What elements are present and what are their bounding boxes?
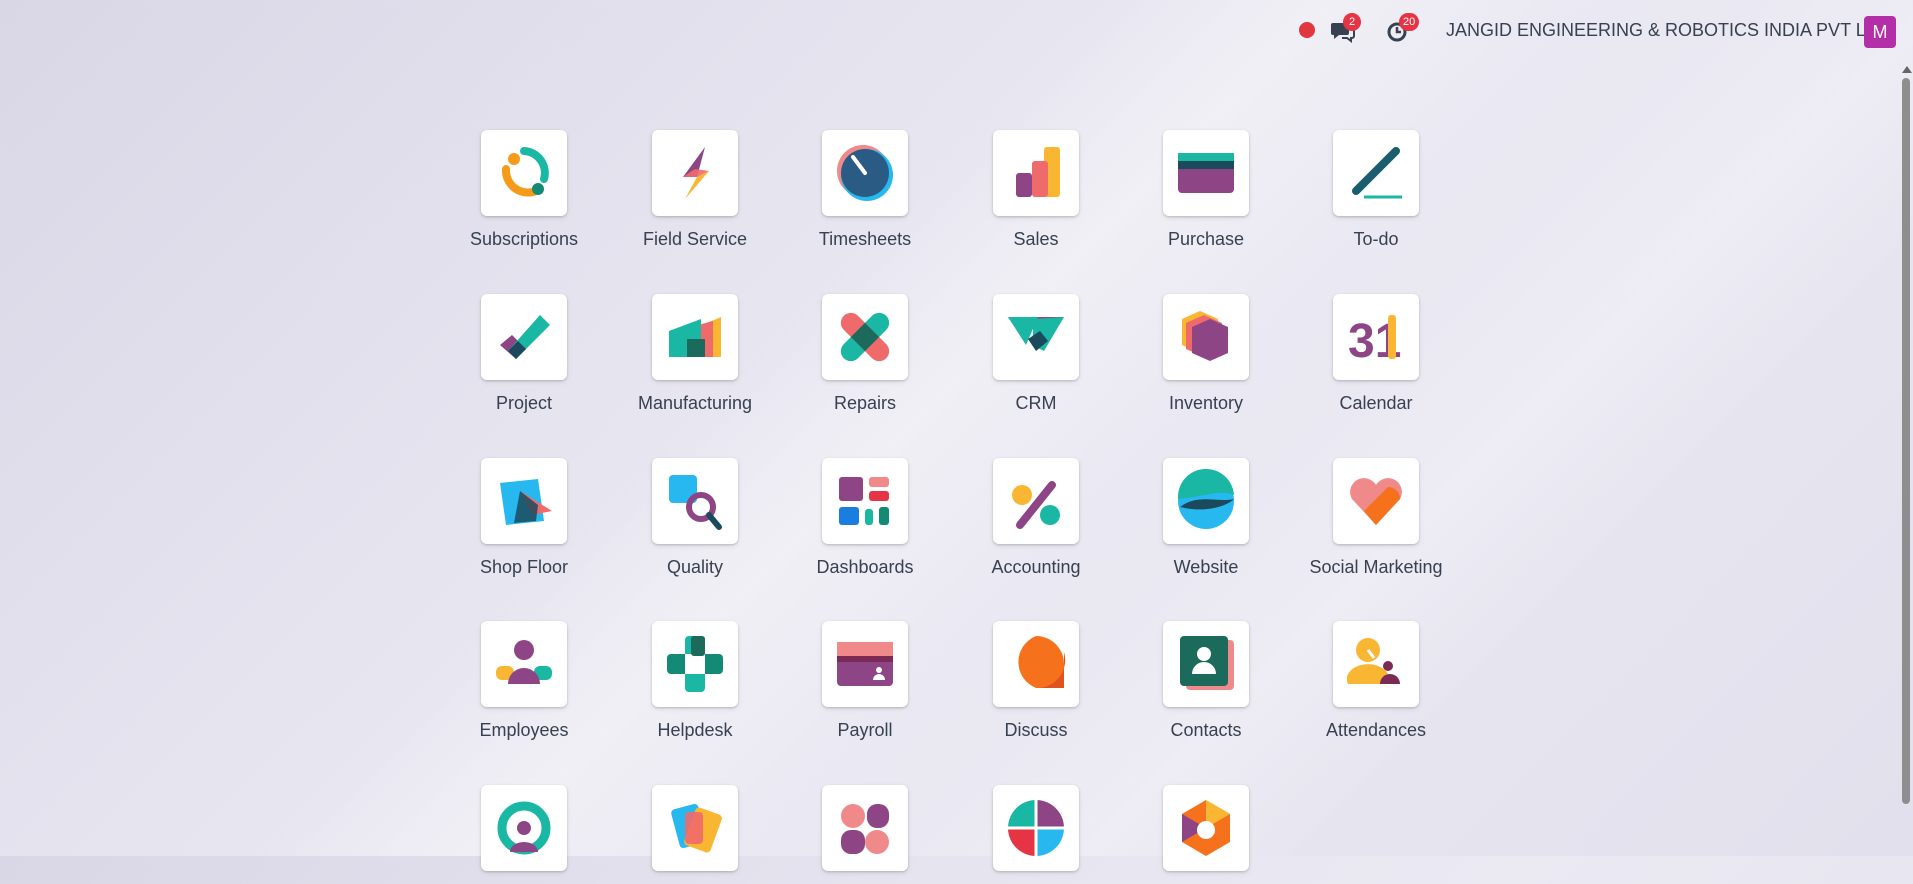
app-icon-25: [497, 801, 551, 855]
contacts-icon: [1180, 636, 1234, 690]
app-icon-29: [1182, 800, 1230, 856]
scrollbar[interactable]: [1899, 62, 1913, 856]
app-timesheets[interactable]: Timesheets: [785, 130, 945, 250]
app-label: Repairs: [833, 393, 897, 413]
app-tile-27[interactable]: [785, 785, 945, 884]
scroll-up-arrow-icon[interactable]: [1902, 66, 1912, 73]
calendar-icon: 31: [1348, 315, 1401, 368]
activities-badge: 20: [1399, 13, 1420, 31]
app-social-marketing[interactable]: Social Marketing: [1296, 458, 1456, 578]
repairs-icon: [840, 312, 890, 362]
app-tile-28[interactable]: [956, 785, 1116, 884]
messages-button[interactable]: 2: [1329, 13, 1361, 45]
todo-icon: [1352, 147, 1402, 199]
website-icon: [1177, 469, 1234, 529]
app-icon-27: [841, 804, 889, 854]
timesheets-icon: [837, 145, 893, 201]
app-label: Payroll: [837, 720, 893, 740]
dashboards-icon: [839, 477, 889, 525]
scrollbar-thumb[interactable]: [1902, 78, 1910, 804]
company-switcher[interactable]: JANGID ENGINEERING & ROBOTICS INDIA PVT …: [1446, 20, 1893, 41]
app-inventory[interactable]: Inventory: [1126, 294, 1286, 414]
app-label: Shop Floor: [479, 557, 569, 577]
quality-icon: [669, 475, 722, 530]
app-field-service[interactable]: Field Service: [615, 130, 775, 250]
app-label: Social Marketing: [1309, 557, 1443, 577]
app-label: Manufacturing: [637, 393, 753, 413]
app-manufacturing[interactable]: Manufacturing: [615, 294, 775, 414]
app-crm[interactable]: CRM: [956, 294, 1116, 414]
app-label: Inventory: [1168, 393, 1244, 413]
app-label: Calendar: [1339, 393, 1413, 413]
app-icon-28: [1008, 800, 1064, 856]
app-discuss[interactable]: Discuss: [956, 621, 1116, 741]
app-payroll[interactable]: Payroll: [785, 621, 945, 741]
app-tile-29[interactable]: [1126, 785, 1286, 884]
app-label: Contacts: [1170, 720, 1242, 740]
attendances-icon: [1346, 638, 1400, 684]
app-label: Purchase: [1167, 229, 1245, 249]
accounting-icon: [1012, 481, 1060, 529]
discuss-icon: [1018, 636, 1066, 689]
app-project[interactable]: Project: [444, 294, 604, 414]
app-employees[interactable]: Employees: [444, 621, 604, 741]
purchase-icon: [1178, 153, 1234, 193]
user-avatar[interactable]: M: [1864, 16, 1896, 48]
app-label: Quality: [666, 557, 724, 577]
app-accounting[interactable]: Accounting: [956, 458, 1116, 578]
social-marketing-icon: [1350, 478, 1402, 525]
shop-floor-icon: [500, 479, 552, 525]
app-sales[interactable]: Sales: [956, 130, 1116, 250]
app-helpdesk[interactable]: Helpdesk: [615, 621, 775, 741]
app-label: Timesheets: [818, 229, 912, 249]
subscriptions-icon: [501, 147, 549, 197]
app-todo[interactable]: To-do: [1296, 130, 1456, 250]
app-label: CRM: [1015, 393, 1057, 413]
messages-badge: 2: [1343, 13, 1361, 31]
app-label: Discuss: [1004, 720, 1068, 740]
field-service-icon: [683, 147, 709, 199]
app-label: To-do: [1353, 229, 1399, 249]
app-label: Subscriptions: [469, 229, 579, 249]
app-label: Field Service: [642, 229, 748, 249]
app-label: Employees: [479, 720, 569, 740]
app-label: Accounting: [991, 557, 1081, 577]
employees-icon: [496, 640, 552, 684]
app-contacts[interactable]: Contacts: [1126, 621, 1286, 741]
app-label: Website: [1173, 557, 1239, 577]
app-quality[interactable]: Quality: [615, 458, 775, 578]
app-attendances[interactable]: Attendances: [1296, 621, 1456, 741]
app-calendar[interactable]: 31 Calendar: [1296, 294, 1456, 414]
app-label: Helpdesk: [657, 720, 733, 740]
app-dashboards[interactable]: Dashboards: [785, 458, 945, 578]
app-shop-floor[interactable]: Shop Floor: [444, 458, 604, 578]
app-purchase[interactable]: Purchase: [1126, 130, 1286, 250]
app-label: Sales: [1013, 229, 1059, 249]
inventory-icon: [1182, 311, 1228, 361]
app-icon-26: [671, 803, 722, 853]
top-navbar: 2 20 JANGID ENGINEERING & ROBOTICS INDIA…: [0, 0, 1913, 62]
app-tile-26[interactable]: [615, 785, 775, 884]
app-repairs[interactable]: Repairs: [785, 294, 945, 414]
app-tile-25[interactable]: [444, 785, 604, 884]
helpdesk-icon: [667, 636, 723, 692]
app-subscriptions[interactable]: Subscriptions: [444, 130, 604, 250]
manufacturing-icon: [669, 317, 721, 357]
payroll-icon: [837, 642, 893, 686]
project-icon: [500, 315, 550, 359]
crm-icon: [1008, 317, 1064, 351]
app-website[interactable]: Website: [1126, 458, 1286, 578]
app-label: Dashboards: [816, 557, 914, 577]
app-label: Project: [495, 393, 553, 413]
recording-dot-icon[interactable]: [1299, 22, 1315, 38]
app-label: Attendances: [1325, 720, 1427, 740]
sales-icon: [1016, 147, 1060, 197]
activities-button[interactable]: 20: [1385, 13, 1420, 45]
